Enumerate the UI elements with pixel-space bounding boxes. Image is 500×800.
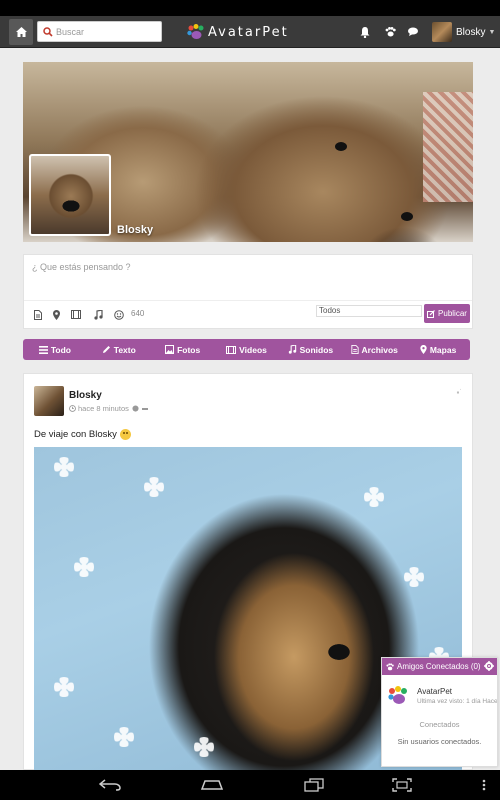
list-icon <box>38 345 48 354</box>
connected-section-label: Conectados <box>419 720 460 729</box>
cover-pillow <box>423 92 473 202</box>
paw-icon <box>386 662 394 670</box>
notifications-bell-icon[interactable] <box>358 25 372 39</box>
android-nav-bar <box>0 770 500 800</box>
friend-list-item[interactable]: AvatarPet Ultima vez visto: 1 día Hace <box>385 683 497 713</box>
filter-all[interactable]: Todo <box>23 339 87 360</box>
bed-flower-pattern <box>364 487 384 507</box>
emoji-icon[interactable] <box>113 309 124 320</box>
user-avatar <box>432 22 452 42</box>
bed-flower-pattern <box>74 557 94 577</box>
edit-icon <box>427 309 435 318</box>
bed-flower-pattern <box>404 567 424 587</box>
search-input[interactable] <box>56 26 156 37</box>
post-time: hace 8 minutos <box>78 404 129 413</box>
messages-icon[interactable] <box>407 25 421 39</box>
cover-eye <box>335 142 347 151</box>
video-icon[interactable] <box>70 309 81 320</box>
screenshot-button[interactable] <box>388 775 416 795</box>
paw-logo-icon <box>187 24 204 39</box>
status-bar <box>0 0 500 16</box>
post-composer: 640 Todos Publicar <box>23 254 473 329</box>
pencil-icon <box>102 346 110 353</box>
bed-flower-pattern <box>194 737 214 757</box>
post-meta: hace 8 minutos <box>69 404 148 413</box>
friend-name: AvatarPet <box>417 687 452 696</box>
divider <box>24 300 472 301</box>
friends-panel-header[interactable]: Amigos Conectados (0) <box>382 658 497 675</box>
home-icon <box>15 27 27 37</box>
filter-sounds[interactable]: Sonidos <box>278 339 342 360</box>
user-name: Blosky <box>456 26 486 38</box>
avatarpet-logo-icon <box>388 686 407 704</box>
globe-icon <box>132 405 139 412</box>
bed-flower-pattern <box>144 477 164 497</box>
brand-logo[interactable]: AvatarPet <box>187 22 289 42</box>
filter-label: Fotos <box>177 344 201 355</box>
post-text: De viaje con Blosky <box>34 429 131 440</box>
home-nav-button[interactable] <box>198 775 226 795</box>
profile-name[interactable]: Blosky <box>117 224 153 236</box>
filter-label: Videos <box>239 344 267 355</box>
post-author[interactable]: Blosky <box>69 390 102 401</box>
back-button[interactable] <box>96 775 124 795</box>
image-icon <box>165 345 175 354</box>
post-options-icon[interactable]: ▪˙ <box>457 388 463 397</box>
file-attach-icon[interactable] <box>32 309 43 320</box>
filter-label: Sonidos <box>299 344 334 355</box>
recents-button[interactable] <box>300 775 328 795</box>
more-vertical-icon <box>482 779 486 791</box>
user-menu[interactable]: Blosky ▼ <box>432 21 495 43</box>
gear-icon[interactable] <box>484 661 494 673</box>
filter-label: Texto <box>113 344 136 355</box>
clock-icon <box>69 405 76 412</box>
file-icon <box>350 345 359 354</box>
back-arrow-icon <box>99 779 121 791</box>
cover-eye <box>401 212 413 221</box>
filter-text[interactable]: Texto <box>87 339 151 360</box>
location-icon[interactable] <box>51 309 62 320</box>
chevron-down-icon: ▼ <box>488 28 496 36</box>
recents-icon <box>304 778 324 792</box>
filter-photos[interactable]: Fotos <box>151 339 215 360</box>
friends-panel-title: Amigos Conectados (0) <box>397 662 481 671</box>
publish-label: Publicar <box>438 309 467 318</box>
privacy-caret-icon[interactable] <box>141 407 148 411</box>
filter-label: Todo <box>50 344 71 355</box>
filter-maps[interactable]: Mapas <box>406 339 470 360</box>
filter-files[interactable]: Archivos <box>342 339 406 360</box>
film-icon <box>226 345 237 354</box>
bed-flower-pattern <box>54 677 74 697</box>
music-icon[interactable] <box>93 309 104 320</box>
top-navbar: AvatarPet Blosky ▼ <box>0 16 500 48</box>
online-friends-panel: Amigos Conectados (0) AvatarPet Ultima v… <box>381 657 498 767</box>
brand-name: AvatarPet <box>208 24 289 40</box>
no-users-message: Sin usuarios conectados. <box>397 737 482 746</box>
paw-requests-icon[interactable] <box>383 25 397 39</box>
home-button[interactable] <box>9 19 33 45</box>
char-counter: 640 <box>131 309 145 318</box>
publish-button[interactable]: Publicar <box>424 304 470 323</box>
post-body: De viaje con Blosky <box>34 429 117 440</box>
feed-filter-bar: Todo Texto Fotos Videos Sonidos Archivos… <box>23 339 470 360</box>
privacy-select[interactable]: Todos <box>316 305 422 317</box>
search-box <box>37 21 162 42</box>
smile-emoji-icon <box>119 429 131 440</box>
overflow-menu-button[interactable] <box>470 775 498 795</box>
filter-label: Archivos <box>361 344 398 355</box>
filter-videos[interactable]: Videos <box>215 339 279 360</box>
bed-flower-pattern <box>54 457 74 477</box>
filter-label: Mapas <box>429 344 457 355</box>
profile-picture[interactable] <box>29 154 111 236</box>
friend-last-seen: Ultima vez visto: 1 día Hace <box>417 698 497 705</box>
map-marker-icon <box>420 345 427 354</box>
search-icon <box>40 24 56 40</box>
home-nav-icon <box>200 780 224 790</box>
status-textarea[interactable] <box>32 262 462 298</box>
screenshot-icon <box>392 778 412 792</box>
music-icon <box>288 345 296 354</box>
bed-flower-pattern <box>114 727 134 747</box>
post-author-avatar[interactable] <box>34 386 64 416</box>
